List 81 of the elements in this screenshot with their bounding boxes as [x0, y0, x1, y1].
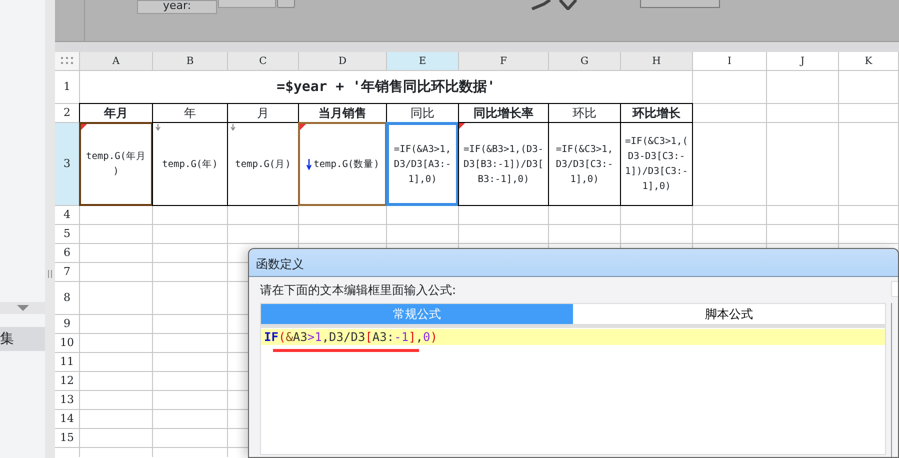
year-label: year:: [137, 0, 217, 14]
row-header[interactable]: 7: [55, 263, 80, 282]
table-cell[interactable]: =IF(&B3>1,(D3- D3[B3:-1])/D3[ B3:-1],0): [458, 122, 549, 206]
column-header[interactable]: C: [228, 52, 299, 71]
empty-cell[interactable]: [153, 225, 228, 244]
empty-cell[interactable]: [153, 282, 228, 315]
empty-cell[interactable]: [767, 225, 839, 244]
select-all-icon[interactable]: [61, 57, 73, 65]
table-cell[interactable]: temp.G(月): [227, 122, 299, 206]
empty-cell[interactable]: [693, 206, 767, 225]
row-header[interactable]: 9: [55, 315, 80, 334]
empty-cell[interactable]: [767, 206, 839, 225]
empty-cell[interactable]: [621, 225, 693, 244]
column-header[interactable]: I: [693, 52, 767, 71]
empty-cell[interactable]: [153, 391, 228, 410]
prompt-text: 请在下面的文本编辑框里面输入公式:: [260, 283, 458, 299]
row-header[interactable]: 4: [55, 206, 80, 225]
down-arrow-icon: [155, 124, 161, 131]
empty-cell[interactable]: [767, 104, 839, 123]
row-header[interactable]: 13: [55, 391, 80, 410]
row-header[interactable]: 5: [55, 225, 80, 244]
empty-cell[interactable]: [153, 315, 228, 334]
empty-cell[interactable]: [153, 244, 228, 263]
empty-cell[interactable]: [839, 206, 899, 225]
table-cell[interactable]: temp.G(年月 ): [79, 122, 153, 206]
down-arrow-icon: [230, 124, 236, 131]
column-header[interactable]: K: [839, 52, 899, 71]
empty-cell[interactable]: [228, 225, 299, 244]
column-header[interactable]: J: [767, 52, 839, 71]
tab[interactable]: 脚本公式: [573, 304, 885, 324]
caret-icon: [16, 305, 28, 311]
empty-cell[interactable]: [153, 353, 228, 372]
header-cell: 年月: [79, 103, 153, 123]
empty-cell[interactable]: [387, 225, 459, 244]
column-header[interactable]: G: [549, 52, 621, 71]
row-header[interactable]: 11: [55, 353, 80, 372]
empty-cell[interactable]: [153, 372, 228, 391]
corner-flag-icon: [81, 124, 87, 130]
empty-cell[interactable]: [839, 225, 899, 244]
empty-cell[interactable]: [693, 71, 767, 104]
empty-cell[interactable]: [153, 334, 228, 353]
row-header[interactable]: 15: [55, 429, 80, 448]
column-header[interactable]: F: [459, 52, 549, 71]
empty-cell[interactable]: [693, 225, 767, 244]
dialog-title: 函数定义: [249, 249, 898, 277]
sidebar-item[interactable]: 集: [0, 327, 45, 351]
row-header[interactable]: 3: [55, 123, 80, 206]
empty-cell[interactable]: [767, 71, 839, 104]
empty-cell[interactable]: [153, 263, 228, 282]
corner-flag-icon: [300, 124, 306, 130]
empty-cell[interactable]: [549, 225, 621, 244]
column-header[interactable]: A: [80, 52, 153, 71]
splitter-grip-icon[interactable]: [48, 270, 52, 278]
empty-cell[interactable]: [153, 410, 228, 429]
down-arrow-icon: [306, 158, 312, 170]
header-cell: 环比增长: [620, 103, 693, 123]
formula-editor[interactable]: IF(&A3>1,D3/D3[A3:-1],0): [260, 325, 886, 455]
row-header[interactable]: 14: [55, 410, 80, 429]
column-header[interactable]: B: [153, 52, 228, 71]
empty-cell[interactable]: [299, 225, 387, 244]
empty-cell[interactable]: [767, 123, 839, 206]
corner-flag-icon: [459, 123, 465, 129]
column-header[interactable]: D: [299, 52, 387, 71]
table-cell[interactable]: temp.G(数量): [298, 122, 387, 206]
empty-cell[interactable]: [459, 225, 549, 244]
empty-cell[interactable]: [839, 123, 899, 206]
row-header[interactable]: 12: [55, 372, 80, 391]
empty-cell[interactable]: [839, 104, 899, 123]
empty-cell[interactable]: [153, 429, 228, 448]
table-cell[interactable]: =IF(&A3>1, D3/D3[A3:- 1],0): [386, 122, 459, 206]
table-cell[interactable]: temp.G(年): [152, 122, 228, 206]
row-header[interactable]: 6: [55, 244, 80, 263]
row-header[interactable]: 8: [55, 282, 80, 315]
table-cell[interactable]: =IF(&C3>1,( D3-D3[C3:- 1])/D3[C3:- 1],0): [620, 122, 693, 206]
column-header[interactable]: H: [621, 52, 693, 71]
dropdown-toggle[interactable]: [0, 302, 45, 314]
row-header[interactable]: 10: [55, 334, 80, 353]
column-header[interactable]: E: [387, 52, 459, 71]
row-header[interactable]: [55, 52, 80, 71]
empty-cell[interactable]: [839, 71, 899, 104]
row-header[interactable]: 1: [55, 71, 80, 104]
